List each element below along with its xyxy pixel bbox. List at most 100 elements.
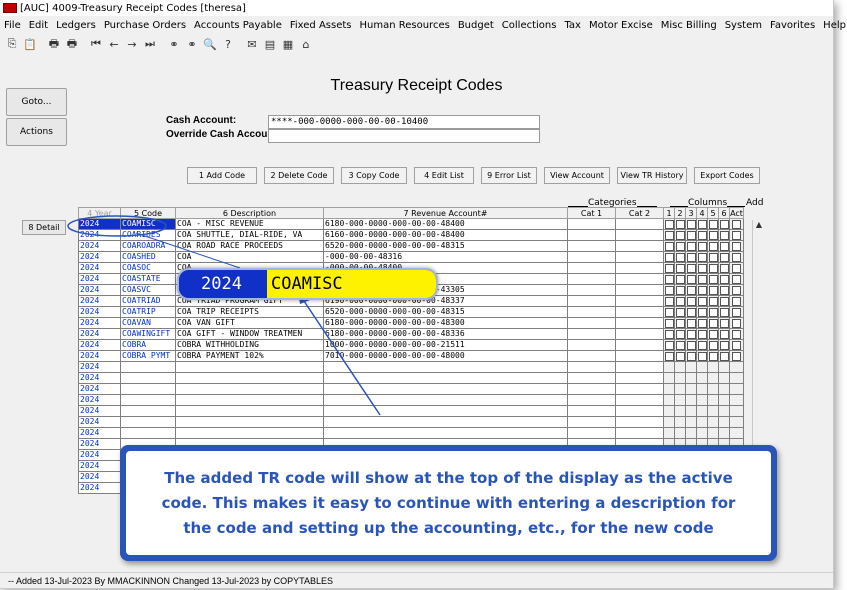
year-cell[interactable]: 2024 bbox=[78, 318, 121, 329]
report-icon[interactable]: ▦ bbox=[280, 37, 296, 51]
act-checkbox[interactable] bbox=[730, 307, 744, 318]
cat2-cell[interactable] bbox=[616, 428, 664, 439]
error-list-button[interactable]: 9 Error List bbox=[481, 167, 537, 184]
column-checkbox[interactable] bbox=[675, 285, 686, 296]
column-checkbox[interactable] bbox=[708, 428, 719, 439]
column-checkbox[interactable] bbox=[675, 417, 686, 428]
cat2-cell[interactable] bbox=[616, 384, 664, 395]
column-checkbox[interactable] bbox=[708, 285, 719, 296]
year-cell[interactable]: 2024 bbox=[78, 263, 121, 274]
act-checkbox[interactable] bbox=[730, 395, 744, 406]
column-checkbox[interactable] bbox=[719, 395, 730, 406]
code-cell[interactable]: COARIDES bbox=[121, 230, 176, 241]
code-cell[interactable]: COATRIAD bbox=[121, 296, 176, 307]
table-row[interactable]: 2024 COAVAN COA VAN GIFT 6180-000-0000-000-… bbox=[78, 318, 764, 329]
revenue-account-cell[interactable]: 6520-000-0000-000-00-00-48315 bbox=[324, 307, 568, 318]
column-checkbox[interactable] bbox=[719, 373, 730, 384]
description-cell[interactable]: COA TRIP RECEIPTS bbox=[176, 307, 324, 318]
year-cell[interactable]: 2024 bbox=[78, 373, 121, 384]
cat1-cell[interactable] bbox=[568, 340, 616, 351]
column-checkbox[interactable] bbox=[675, 263, 686, 274]
column-checkbox[interactable] bbox=[686, 395, 697, 406]
home-icon[interactable]: ⌂ bbox=[298, 37, 314, 51]
column-checkbox[interactable] bbox=[708, 318, 719, 329]
act-checkbox[interactable] bbox=[730, 318, 744, 329]
column-checkbox[interactable] bbox=[708, 351, 719, 362]
column-checkbox[interactable] bbox=[686, 406, 697, 417]
column-checkbox[interactable] bbox=[708, 417, 719, 428]
description-cell[interactable]: COBRA WITHHOLDING bbox=[176, 340, 324, 351]
column-checkbox[interactable] bbox=[697, 384, 708, 395]
revenue-account-cell[interactable]: 6160-000-0000-000-00-00-48400 bbox=[324, 230, 568, 241]
column-checkbox[interactable] bbox=[719, 329, 730, 340]
table-row[interactable]: 2024 bbox=[78, 417, 764, 428]
menu-edit[interactable]: Edit bbox=[25, 20, 52, 31]
cat1-cell[interactable] bbox=[568, 417, 616, 428]
menu-motor-excise[interactable]: Motor Excise bbox=[585, 20, 657, 31]
description-cell[interactable]: COA GIFT - WINDOW TREATMEN bbox=[176, 329, 324, 340]
year-cell[interactable]: 2024 bbox=[78, 351, 121, 362]
col-year-header[interactable]: 4 Year bbox=[78, 207, 121, 219]
menu-ledgers[interactable]: Ledgers bbox=[52, 20, 100, 31]
column-checkbox[interactable] bbox=[708, 274, 719, 285]
table-row[interactable]: 2024 bbox=[78, 395, 764, 406]
table-row[interactable]: 2024 COASHED COA -000-00-00-48316 bbox=[78, 252, 764, 263]
cat1-cell[interactable] bbox=[568, 219, 616, 230]
year-cell[interactable]: 2024 bbox=[78, 329, 121, 340]
column-checkbox[interactable] bbox=[697, 219, 708, 230]
next-record-icon[interactable]: → bbox=[124, 37, 140, 51]
column-checkbox[interactable] bbox=[664, 362, 675, 373]
act-checkbox[interactable] bbox=[730, 230, 744, 241]
year-cell[interactable]: 2024 bbox=[78, 406, 121, 417]
act-checkbox[interactable] bbox=[730, 406, 744, 417]
revenue-account-cell[interactable] bbox=[324, 417, 568, 428]
column-checkbox[interactable] bbox=[664, 285, 675, 296]
column-checkbox[interactable] bbox=[719, 230, 730, 241]
act-checkbox[interactable] bbox=[730, 296, 744, 307]
column-checkbox[interactable] bbox=[708, 296, 719, 307]
cat2-cell[interactable] bbox=[616, 252, 664, 263]
revenue-account-cell[interactable]: 6180-000-0000-000-00-00-48400 bbox=[324, 219, 568, 230]
column-checkbox[interactable] bbox=[664, 373, 675, 384]
code-cell[interactable]: COBRA PYMT bbox=[121, 351, 176, 362]
column-checkbox[interactable] bbox=[719, 318, 730, 329]
revenue-account-cell[interactable] bbox=[324, 373, 568, 384]
description-cell[interactable]: COA ROAD RACE PROCEEDS bbox=[176, 241, 324, 252]
col-code-header[interactable]: 5 Code bbox=[121, 207, 176, 219]
detail-button[interactable]: 8 Detail bbox=[22, 220, 66, 235]
column-checkbox[interactable] bbox=[719, 219, 730, 230]
description-cell[interactable] bbox=[176, 395, 324, 406]
table-row[interactable]: 2024 COARIDES COA SHUTTLE, DIAL-RIDE, VA 61… bbox=[78, 230, 764, 241]
view-account-button[interactable]: View Account bbox=[544, 167, 610, 184]
column-checkbox[interactable] bbox=[686, 340, 697, 351]
table-row[interactable]: 2024 COAMISC COA - MISC REVENUE 6180-000-00… bbox=[78, 219, 764, 230]
first-record-icon[interactable]: ⏮ bbox=[88, 37, 104, 51]
column-checkbox[interactable] bbox=[719, 340, 730, 351]
paste-icon[interactable]: 📋 bbox=[22, 37, 38, 51]
column-checkbox[interactable] bbox=[664, 307, 675, 318]
cat2-cell[interactable] bbox=[616, 318, 664, 329]
act-checkbox[interactable] bbox=[730, 329, 744, 340]
column-checkbox[interactable] bbox=[686, 274, 697, 285]
col-revenue-account-header[interactable]: 7 Revenue Account# bbox=[324, 207, 568, 219]
year-cell[interactable]: 2024 bbox=[78, 439, 121, 450]
table-row[interactable]: 2024 bbox=[78, 373, 764, 384]
act-checkbox[interactable] bbox=[730, 241, 744, 252]
revenue-account-cell[interactable] bbox=[324, 406, 568, 417]
column-checkbox[interactable] bbox=[719, 417, 730, 428]
cat1-cell[interactable] bbox=[568, 318, 616, 329]
cat2-cell[interactable] bbox=[616, 329, 664, 340]
column-checkbox[interactable] bbox=[675, 230, 686, 241]
binoculars-next-icon[interactable]: ⚭ bbox=[184, 37, 200, 51]
column-checkbox[interactable] bbox=[719, 351, 730, 362]
table-row[interactable]: 2024 bbox=[78, 384, 764, 395]
column-checkbox[interactable] bbox=[719, 362, 730, 373]
year-cell[interactable]: 2024 bbox=[78, 274, 121, 285]
column-checkbox[interactable] bbox=[664, 230, 675, 241]
cat2-cell[interactable] bbox=[616, 219, 664, 230]
goto-button[interactable]: Goto... bbox=[6, 88, 67, 116]
year-cell[interactable]: 2024 bbox=[78, 417, 121, 428]
add-code-button[interactable]: 1 Add Code bbox=[187, 167, 257, 184]
column-checkbox[interactable] bbox=[686, 384, 697, 395]
column-checkbox[interactable] bbox=[719, 252, 730, 263]
